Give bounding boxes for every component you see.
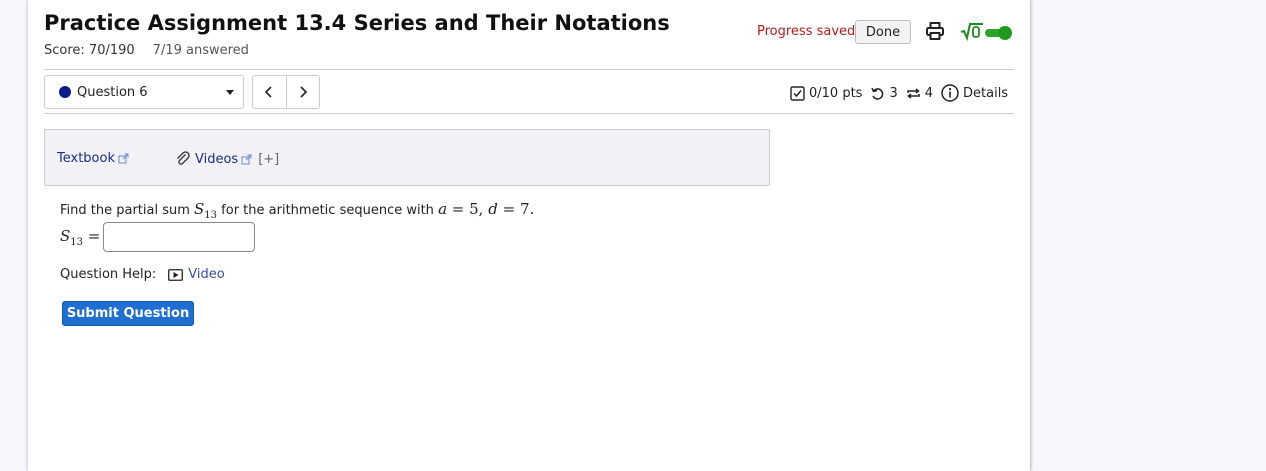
video-play-icon <box>168 268 184 281</box>
retry-icon <box>871 87 884 100</box>
attempts-count: 4 <box>924 85 934 101</box>
header-divider <box>44 69 1014 70</box>
question-help: Question Help: Video <box>60 267 225 282</box>
external-link-icon <box>241 154 252 164</box>
textbook-label: Textbook <box>57 151 115 166</box>
retries-metric: 3 <box>870 85 898 101</box>
paperclip-icon <box>177 151 190 165</box>
points-metric: 0/10 pts <box>790 86 862 101</box>
info-icon <box>941 84 959 102</box>
question-nav-buttons <box>252 75 320 109</box>
question-select-label: Question 6 <box>77 85 148 100</box>
videos-label: Videos <box>195 151 239 167</box>
answer-input[interactable] <box>103 222 256 252</box>
math-toggle-switch[interactable] <box>985 25 1013 40</box>
question-text: Find the partial sum S13 for the arithme… <box>60 200 535 221</box>
next-question-button[interactable] <box>285 76 320 108</box>
attempts-metric: 4 <box>906 86 933 101</box>
question-status-dot <box>59 86 71 98</box>
expand-videos-toggle[interactable]: [+] <box>258 152 279 167</box>
details-label: Details <box>963 85 1009 101</box>
textbook-link[interactable]: Textbook <box>57 151 129 166</box>
repeat-icon <box>906 87 920 99</box>
page-title: Practice Assignment 13.4 Series and Thei… <box>44 11 670 35</box>
resources-box: Textbook Videos [+] <box>44 129 770 186</box>
help-video-link[interactable]: Video <box>188 267 224 282</box>
done-button[interactable]: Done <box>855 20 911 44</box>
question-help-label: Question Help: <box>60 267 157 282</box>
progress-status: Progress saved <box>757 24 856 39</box>
retries-count: 3 <box>889 85 898 101</box>
answer-label: S13 = <box>60 226 101 248</box>
checkbox-icon <box>790 85 805 101</box>
score-line: Score: 70/190 7/19 answered <box>44 43 249 58</box>
question-select[interactable]: Question 6 <box>44 75 244 109</box>
sequence-parameters: a = 5, d = 7. <box>438 200 535 218</box>
prev-question-button[interactable] <box>253 76 286 108</box>
partial-sum-expression: S13 <box>194 200 218 221</box>
dropdown-caret-icon <box>226 90 234 95</box>
submit-question-button[interactable]: Submit Question <box>62 301 194 326</box>
details-link[interactable]: Details <box>941 84 1008 102</box>
answer-row: S13 = <box>60 222 256 252</box>
answered-count: 7/19 answered <box>152 43 249 58</box>
question-metrics: 0/10 pts 3 4 Details <box>790 82 1008 104</box>
chevron-left-icon <box>265 86 272 98</box>
external-link-icon <box>118 153 129 164</box>
print-icon[interactable] <box>925 21 945 41</box>
videos-link[interactable]: Videos [+] <box>175 151 279 167</box>
nav-divider <box>44 113 1014 114</box>
score-text: Score: 70/190 <box>44 43 135 58</box>
chevron-right-icon <box>300 86 307 98</box>
math-entry-icon[interactable] <box>960 21 984 42</box>
points-text: 0/10 pts <box>809 85 863 101</box>
